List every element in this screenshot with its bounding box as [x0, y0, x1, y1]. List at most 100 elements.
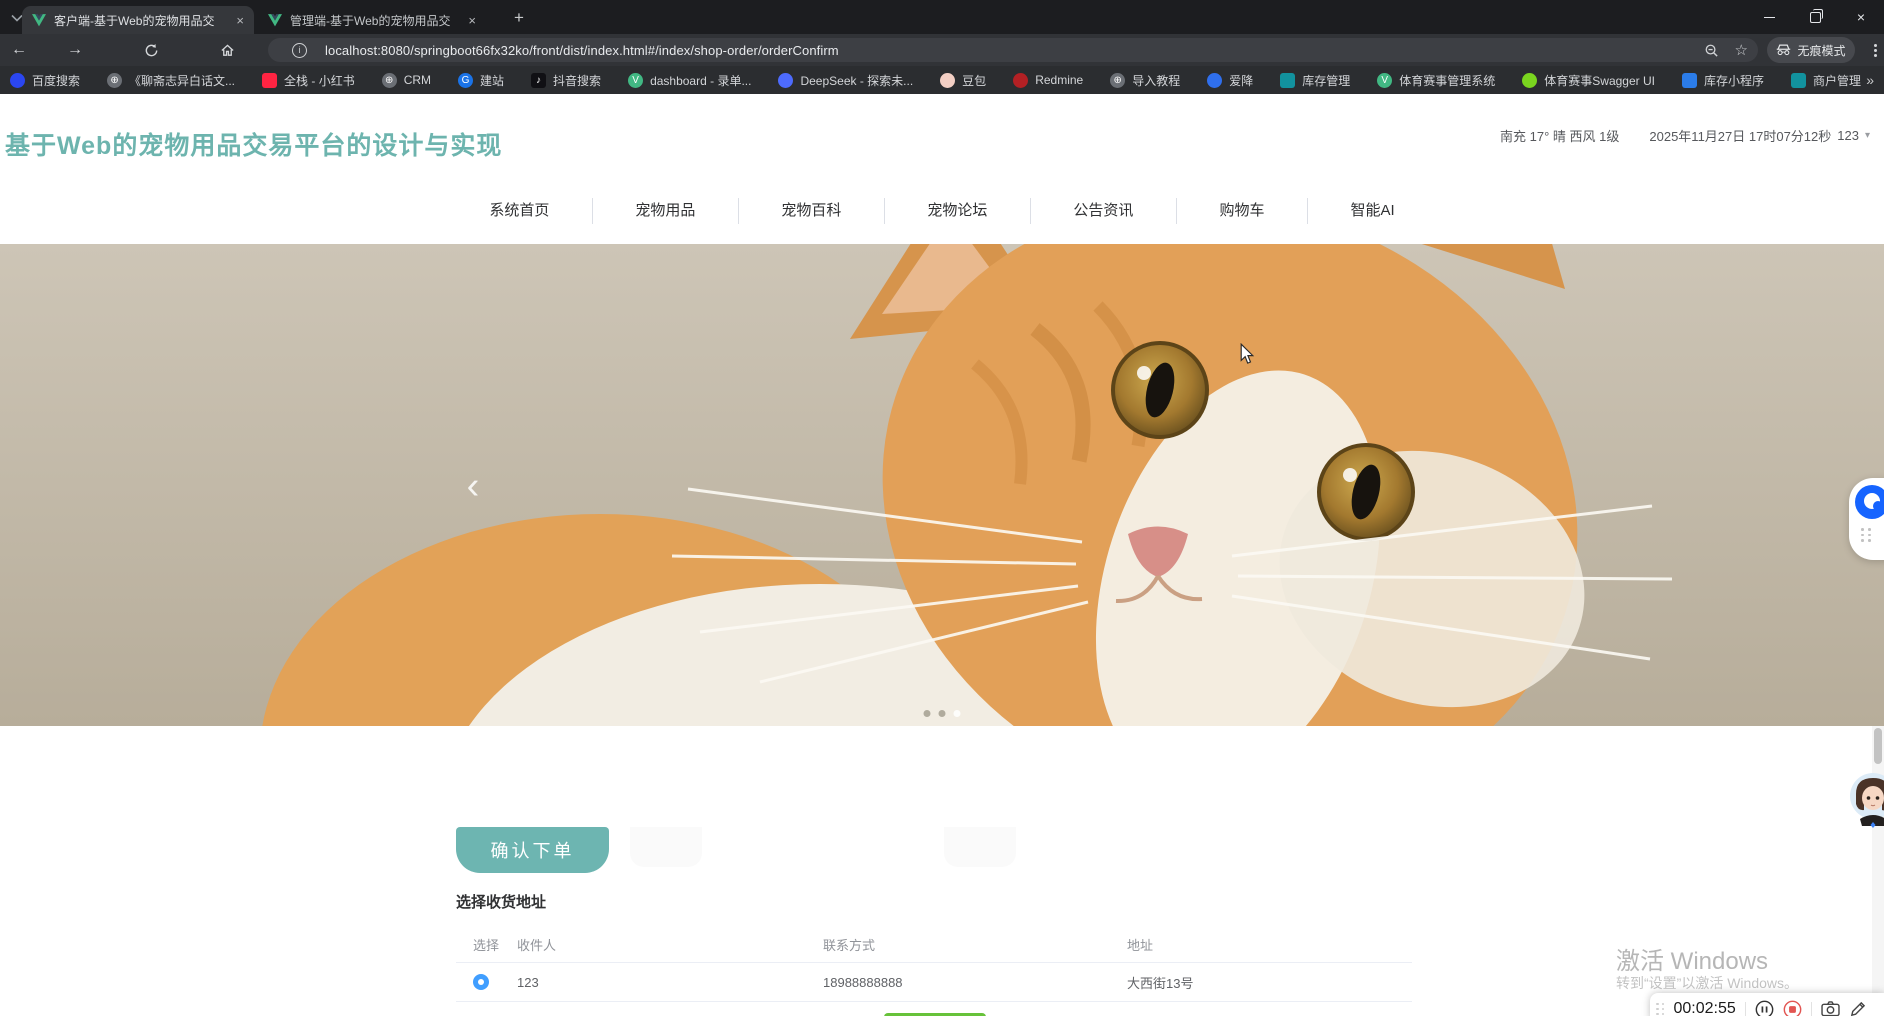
bookmark-item[interactable]: ⊕ CRM: [381, 72, 431, 88]
redmine-icon: [1013, 72, 1029, 88]
drag-handle-icon[interactable]: [1861, 528, 1872, 542]
col-phone: 联系方式: [823, 938, 876, 953]
stop-record-icon[interactable]: [1783, 1000, 1802, 1016]
camera-icon[interactable]: [1821, 1001, 1840, 1016]
globe-icon: ⊕: [1110, 72, 1126, 88]
bookmark-label: 体育赛事管理系统: [1399, 73, 1496, 88]
pause-icon[interactable]: [1755, 1000, 1774, 1016]
main-nav: 系统首页 宠物用品 宠物百科 宠物论坛 公告资讯 购物车 智能AI: [0, 177, 1884, 244]
datetime-text: 2025年11月27日 17时07分12秒: [1649, 129, 1832, 144]
bookmark-item[interactable]: DeepSeek - 探索未...: [778, 72, 913, 89]
bookmark-item[interactable]: G 建站: [458, 72, 504, 89]
nav-item[interactable]: 公告资讯: [1030, 177, 1176, 244]
bookmark-item[interactable]: 商户管理: [1791, 72, 1861, 89]
bookmark-item[interactable]: ⊕ 《聊斋志异白话文...: [107, 72, 235, 89]
pencil-icon[interactable]: [1849, 1001, 1866, 1016]
bookmark-item[interactable]: 库存小程序: [1681, 72, 1764, 89]
recording-time: 00:02:55: [1673, 1000, 1736, 1016]
bookmark-label: 库存管理: [1302, 73, 1351, 88]
chevron-down-icon: ▾: [1864, 130, 1870, 141]
page-title: 基于Web的宠物用品交易平台的设计与实现: [5, 132, 503, 160]
forward-icon[interactable]: →: [60, 34, 90, 66]
nav-item[interactable]: 购物车: [1176, 177, 1307, 244]
grid-icon: [1791, 72, 1806, 88]
drag-handle-icon[interactable]: [1656, 1002, 1665, 1016]
carousel-dot[interactable]: [923, 710, 931, 717]
address-bar[interactable]: i localhost:8080/springboot66fx32ko/fron…: [268, 38, 1758, 62]
carousel-dot-active[interactable]: [953, 710, 961, 717]
info-icon[interactable]: i: [292, 42, 307, 58]
nav-item[interactable]: 智能AI: [1307, 177, 1437, 244]
incognito-icon: [1777, 44, 1791, 56]
nav-item[interactable]: 宠物用品: [592, 177, 738, 244]
g-icon: G: [458, 72, 474, 88]
swagger-icon: [1522, 72, 1538, 88]
user-menu[interactable]: 2025年11月27日 17时07分12秒 123 ▾: [1649, 126, 1870, 145]
confirm-order-button[interactable]: 确认下单: [456, 827, 609, 873]
bookmark-item[interactable]: Redmine: [1013, 72, 1084, 88]
bookmark-item[interactable]: ⊕ 导入教程: [1110, 72, 1180, 89]
doubao-avatar-icon: [940, 72, 956, 88]
bookmark-label: 爱降: [1229, 73, 1254, 88]
nav-item[interactable]: 宠物百科: [738, 177, 884, 244]
radio-selected[interactable]: [473, 974, 489, 990]
scrollbar-thumb[interactable]: [1874, 728, 1882, 764]
scrollbar[interactable]: [1872, 726, 1884, 1016]
inactive-tab[interactable]: [630, 827, 702, 867]
grid-icon: [1280, 72, 1296, 88]
divider: [1810, 1001, 1812, 1016]
activate-windows-text: 激活 Windows: [1616, 948, 1769, 975]
assistant-widget[interactable]: [1849, 478, 1884, 560]
bookmarks-overflow-icon[interactable]: »: [1866, 66, 1874, 94]
header-info: 南充 17° 晴 西风 1级 2025年11月27日 17时07分12秒 123…: [1500, 94, 1870, 177]
bookmark-label: 《聊斋志异白话文...: [129, 73, 236, 88]
zoom-out-icon[interactable]: [1704, 43, 1719, 58]
bookmark-item[interactable]: 库存管理: [1280, 72, 1350, 89]
carousel-dot[interactable]: [938, 710, 946, 717]
screen-recorder-bar: 00:02:55: [1650, 993, 1884, 1016]
bookmark-label: 抖音搜索: [553, 73, 602, 88]
nav-item[interactable]: 系统首页: [446, 177, 592, 244]
bookmark-item[interactable]: V 体育赛事管理系统: [1377, 72, 1495, 89]
bookmark-label: 导入教程: [1132, 73, 1181, 88]
star-icon[interactable]: ☆: [1735, 41, 1748, 59]
reload-icon[interactable]: [136, 34, 166, 66]
nav-item[interactable]: 宠物论坛: [884, 177, 1030, 244]
bookmark-item[interactable]: V dashboard - 录单...: [628, 72, 751, 89]
activate-windows-subtext: 转到“设置”以激活 Windows。: [1616, 975, 1799, 991]
bookmark-item[interactable]: 全栈 - 小红书: [262, 72, 355, 89]
bookmark-item[interactable]: 爱降: [1207, 72, 1253, 89]
back-icon[interactable]: ←: [4, 34, 34, 66]
receiver-value: 123: [517, 974, 539, 990]
tab-title: 管理端-基于Web的宠物用品交: [290, 13, 451, 28]
incognito-badge: 无痕模式: [1767, 37, 1855, 63]
url-text[interactable]: localhost:8080/springboot66fx32ko/front/…: [325, 43, 839, 58]
close-icon[interactable]: ×: [236, 14, 244, 27]
inactive-tab[interactable]: [944, 827, 1016, 867]
carousel-dots: [923, 710, 961, 717]
new-tab-button[interactable]: +: [506, 6, 532, 30]
window-restore-button[interactable]: [1792, 0, 1838, 34]
address-table-header: 选择 收件人 联系方式 地址: [456, 927, 1412, 963]
bookmark-label: Redmine: [1035, 73, 1084, 87]
carousel-prev-icon[interactable]: ‹: [455, 466, 491, 510]
tiktok-icon: ♪: [531, 72, 547, 88]
assistant-avatar[interactable]: [1848, 772, 1884, 828]
browser-tab-admin[interactable]: 管理端-基于Web的宠物用品交 ×: [258, 6, 486, 34]
bookmark-item[interactable]: 体育赛事Swagger UI: [1522, 72, 1655, 89]
address-row: 123 18988888888 大西街13号: [456, 963, 1412, 1002]
browser-tabstrip: 客户端-基于Web的宠物用品交 × 管理端-基于Web的宠物用品交 × + ×: [0, 0, 1884, 34]
baidu-icon: [10, 72, 25, 88]
bookmark-item[interactable]: 豆包: [940, 72, 986, 89]
window-close-button[interactable]: ×: [1838, 0, 1884, 34]
browser-toolbar: ← → i localhost:8080/springboot66fx32ko/…: [0, 34, 1884, 66]
close-icon[interactable]: ×: [468, 14, 476, 27]
bookmark-item[interactable]: ♪ 抖音搜索: [531, 72, 601, 89]
more-menu-icon[interactable]: [1868, 40, 1882, 60]
home-icon[interactable]: [212, 34, 242, 66]
screen: 客户端-基于Web的宠物用品交 × 管理端-基于Web的宠物用品交 × + × …: [0, 0, 1884, 1016]
window-minimize-button[interactable]: [1746, 0, 1792, 34]
bookmark-item[interactable]: 百度搜索: [10, 72, 80, 89]
restore-icon: [1809, 8, 1823, 23]
browser-tab-client[interactable]: 客户端-基于Web的宠物用品交 ×: [22, 6, 254, 34]
